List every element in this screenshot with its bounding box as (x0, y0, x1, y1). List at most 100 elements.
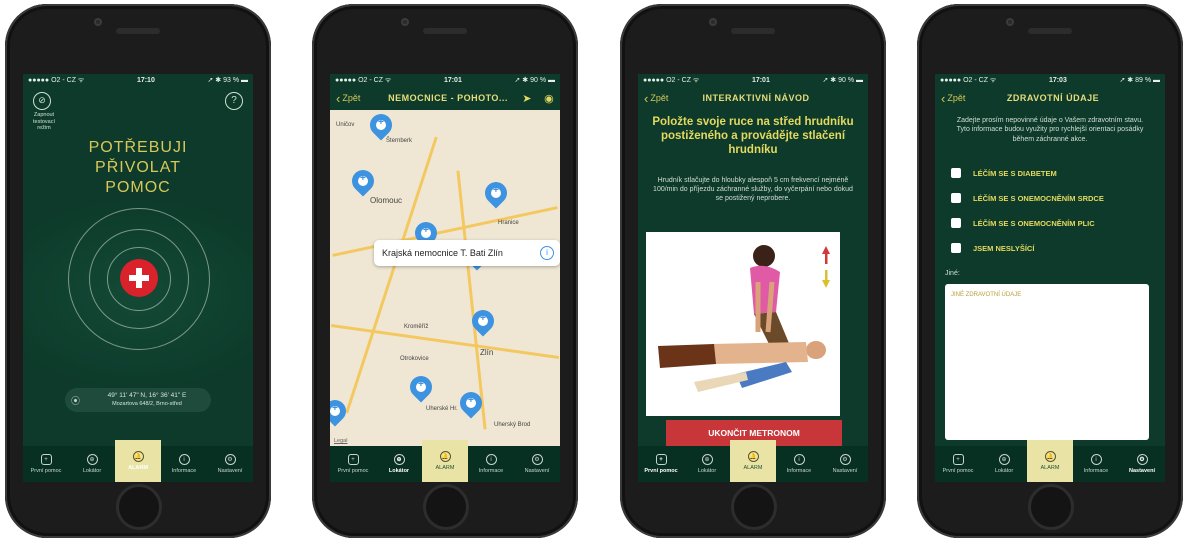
rescuer-shirt (750, 265, 780, 314)
tab-info[interactable]: i Informace (1073, 446, 1119, 482)
back-button[interactable]: ‹ Zpět (638, 92, 688, 105)
hospital-pin[interactable] (347, 165, 379, 200)
tab-label: Nastavení (832, 468, 858, 474)
map-screen: ●●●●● O2 - CZ ᯤ 17:01 ➚ ✱ 90 % ▬ ‹ Zpět N… (330, 74, 560, 482)
callout-label: Krajská nemocnice T. Bati Zlín (382, 248, 503, 258)
tab-locator[interactable]: ⊕ Lokátor (69, 446, 115, 482)
tab-alarm[interactable]: 🔔 ALARM (115, 440, 161, 482)
instruction-text: Hrudník stlačujte do hloubky alespoň 5 c… (653, 177, 853, 203)
bell-icon: 🔔 (439, 451, 451, 462)
arrow-down-shaft (825, 270, 828, 280)
tab-locator[interactable]: ⊕ Lokátor (376, 446, 422, 482)
checkbox-box[interactable] (951, 168, 961, 178)
status-bar: ●●●●● O2 - CZ ᯤ 17:10 ➚ ✱ 93 % ▬ (23, 74, 253, 86)
cpr-illustration (646, 232, 840, 416)
nav-bar: ‹ Zpět NEMOCNICE - POHOTO... ➤ ◉ (330, 86, 560, 110)
tab-label: První pomoc (337, 468, 369, 474)
tab-label: Lokátor (388, 468, 410, 474)
battery: ➚ ✱ 89 % ▬ (1119, 77, 1160, 84)
hospital-pin[interactable] (455, 387, 487, 422)
town-label: Zlín (480, 348, 494, 357)
checkbox-box[interactable] (951, 193, 961, 203)
first-aid-kit-icon: + (40, 454, 52, 465)
address: Mozartova 648/2, Brno-střed (112, 401, 182, 407)
first-aid-kit-icon: + (655, 454, 667, 465)
tab-settings[interactable]: ⚙ Nastavení (207, 446, 253, 482)
home-button[interactable] (731, 484, 777, 530)
tab-first-aid[interactable]: + První pomoc (638, 446, 684, 482)
hospital-pin[interactable] (480, 177, 512, 212)
tab-first-aid[interactable]: + První pomoc (935, 446, 981, 482)
info-icon: i (485, 454, 497, 465)
hospital-pin[interactable] (405, 371, 437, 406)
page-title: NEMOCNICE - POHOTO... (388, 93, 508, 103)
tab-settings[interactable]: ⚙ Nastavení (514, 446, 560, 482)
bell-icon: 🔔 (132, 451, 144, 462)
carrier: ●●●●● O2 - CZ ᯤ (28, 76, 85, 84)
info-icon[interactable]: i (540, 246, 554, 260)
map-view[interactable]: Uničov Šternberk Olomouc Hranice Kroměří… (330, 110, 560, 446)
rescuer-head (753, 245, 775, 267)
crosshair-icon: ⊕ (998, 454, 1010, 465)
crosshair-icon: ⊕ (393, 454, 405, 465)
tab-settings[interactable]: ⚙ Nastavení (1119, 446, 1165, 482)
tab-first-aid[interactable]: + První pomoc (23, 446, 69, 482)
checkbox-label: LÉČÍM SE S DIABETEM (973, 168, 1057, 178)
tab-alarm[interactable]: 🔔 ALARM (1027, 440, 1073, 482)
other-health-data-field[interactable]: JINÉ ZDRAVOTNÍ ÚDAJE (945, 284, 1149, 440)
phone-cpr: ●●●●● O2 - CZ ᯤ 17:01 ➚ ✱ 90 % ▬ ‹ Zpět I… (620, 4, 886, 538)
checkbox-lungs[interactable]: LÉČÍM SE S ONEMOCNĚNÍM PLIC (951, 218, 1095, 228)
hospital-pin[interactable] (330, 395, 351, 430)
tab-info[interactable]: i Informace (161, 446, 207, 482)
tab-locator[interactable]: ⊕ Lokátor (684, 446, 730, 482)
tab-label: Informace (478, 468, 504, 474)
tab-alarm[interactable]: 🔔 ALARM (730, 440, 776, 482)
home-button[interactable] (1028, 484, 1074, 530)
checkbox-box[interactable] (951, 218, 961, 228)
hospital-pin[interactable] (467, 305, 499, 340)
tab-info[interactable]: i Informace (468, 446, 514, 482)
clock: 17:01 (443, 76, 462, 84)
globe-icon[interactable]: ◉ (544, 92, 554, 105)
back-label: Zpět (650, 93, 669, 103)
tab-info[interactable]: i Informace (776, 446, 822, 482)
placeholder: JINÉ ZDRAVOTNÍ ÚDAJE (951, 292, 1022, 298)
checkbox-heart[interactable]: LÉČÍM SE S ONEMOCNĚNÍM SRDCE (951, 193, 1104, 203)
back-button[interactable]: ‹ Zpět (935, 92, 985, 105)
town-label: Uherský Brod (494, 422, 531, 428)
page-title: POTŘEBUJI PŘIVOLAT POMOC (88, 139, 188, 196)
coordinates: 49° 11' 47" N, 16° 36' 41" E (107, 392, 187, 399)
home-button[interactable] (423, 484, 469, 530)
tab-alarm[interactable]: 🔔 ALARM (422, 440, 468, 482)
chevron-left-icon: ‹ (644, 90, 649, 106)
test-mode-icon[interactable]: ⊘ (33, 92, 51, 110)
tab-label: Informace (171, 468, 197, 474)
info-icon: i (1090, 454, 1102, 465)
tab-label: Lokátor (82, 468, 102, 474)
checkbox-diabetes[interactable]: LÉČÍM SE S DIABETEM (951, 168, 1057, 178)
help-icon[interactable]: ? (225, 92, 243, 110)
page-title: ZDRAVOTNÍ ÚDAJE (1006, 93, 1100, 103)
back-button[interactable]: ‹ Zpět (330, 92, 380, 105)
carrier: ●●●●● O2 - CZ ᯤ (643, 76, 700, 84)
test-mode-label[interactable]: Zapnout testovací režim (27, 112, 61, 132)
tab-label: Nastavení (217, 468, 243, 474)
tab-settings[interactable]: ⚙ Nastavení (822, 446, 868, 482)
nav-actions: ➤ ◉ (516, 92, 560, 105)
checkbox-deaf[interactable]: JSEM NESLYŠÍCÍ (951, 243, 1034, 253)
info-icon: i (793, 454, 805, 465)
phone-alarm: ●●●●● O2 - CZ ᯤ 17:10 ➚ ✱ 93 % ▬ ⊘ Zapno… (5, 4, 271, 538)
call-help-button[interactable] (120, 259, 158, 297)
hospital-pin[interactable] (365, 110, 397, 144)
navigation-arrow-icon[interactable]: ➤ (522, 92, 531, 105)
tab-label: ALARM (435, 465, 455, 471)
legal-link[interactable]: Legal (334, 438, 347, 444)
phone-map: ●●●●● O2 - CZ ᯤ 17:01 ➚ ✱ 90 % ▬ ‹ Zpět N… (312, 4, 578, 538)
checkbox-box[interactable] (951, 243, 961, 253)
tab-first-aid[interactable]: + První pomoc (330, 446, 376, 482)
tab-locator[interactable]: ⊕ Lokátor (981, 446, 1027, 482)
gear-icon: ⚙ (224, 454, 236, 465)
home-button[interactable] (116, 484, 162, 530)
hospital-callout[interactable]: Krajská nemocnice T. Bati Zlín i (374, 240, 560, 266)
back-label: Zpět (947, 93, 966, 103)
